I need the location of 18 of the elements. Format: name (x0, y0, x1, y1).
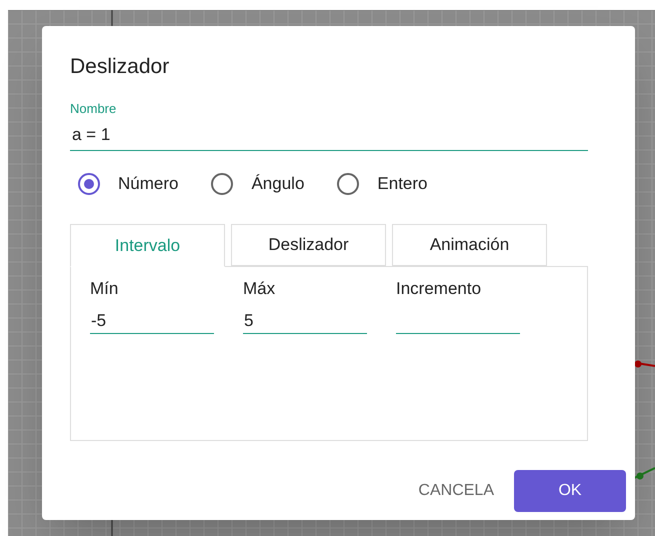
radio-button[interactable] (337, 172, 360, 195)
input-field[interactable]: -5 (90, 308, 214, 334)
field-label: Máx (243, 278, 276, 300)
dialog-title: Deslizador (70, 54, 170, 80)
tab[interactable]: Animación (392, 224, 547, 266)
radio-button[interactable] (78, 172, 100, 195)
radio-label[interactable]: Entero (377, 171, 428, 196)
input-field[interactable]: 5 (243, 308, 367, 334)
tab[interactable]: Deslizador (231, 224, 386, 266)
radio-label[interactable]: Ángulo (251, 171, 304, 196)
radio-button[interactable] (211, 172, 234, 195)
ok-button[interactable]: OK (514, 470, 626, 512)
tab[interactable]: Intervalo (70, 224, 225, 267)
name-field[interactable]: Nombre a = 1 (70, 99, 588, 151)
field-label: Incremento (396, 278, 482, 300)
field-label: Mín (90, 278, 120, 300)
radio-label[interactable]: Número (118, 171, 178, 196)
cancel-button[interactable]: CANCELA (418, 470, 494, 512)
